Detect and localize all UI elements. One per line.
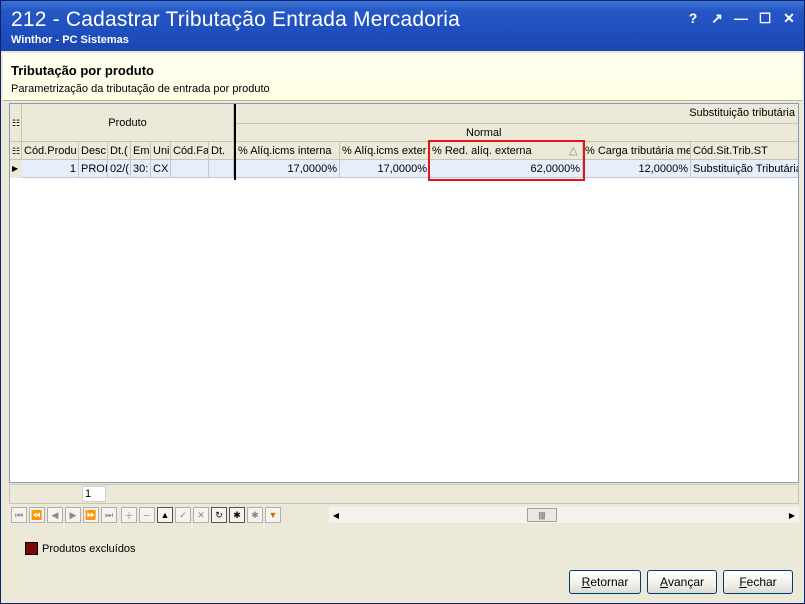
- main-window: 212 - Cadastrar Tributação Entrada Merca…: [0, 0, 805, 604]
- retornar-button[interactable]: Retornar: [569, 570, 641, 594]
- cell-embalagem[interactable]: 30:: [131, 160, 151, 178]
- last-record-icon[interactable]: ⏭: [101, 507, 117, 523]
- col-carga-tributaria[interactable]: % Carga tributária me: [583, 142, 691, 160]
- col-descricao[interactable]: Desc: [79, 142, 108, 160]
- band-produto: Produto: [22, 104, 234, 142]
- avancar-button[interactable]: Avançar: [647, 570, 717, 594]
- fechar-mnemonic: F: [739, 575, 747, 589]
- window-subtitle: Winthor - PC Sistemas: [11, 34, 129, 46]
- column-chooser-icon[interactable]: ☷: [10, 104, 22, 142]
- retornar-mnemonic: R: [581, 575, 591, 589]
- avancar-label: vançar: [667, 575, 705, 589]
- first-record-icon[interactable]: ⏮: [11, 507, 27, 523]
- fechar-button[interactable]: Fechar: [723, 570, 793, 594]
- post-edit-icon[interactable]: ✓: [175, 507, 191, 523]
- cell-cod-produto[interactable]: 1: [22, 160, 79, 178]
- grid-navigator: ⏮ ⏪ ◀ ▶ ⏩ ⏭ ＋ － ▲ ✓ ✕ ↻ ✱ ✱ ▼ ◀ ||| ▶: [9, 506, 799, 526]
- row-indicator-header-icon[interactable]: ☷: [10, 142, 22, 160]
- page-number: 1: [82, 486, 106, 502]
- restore-icon[interactable]: ☐: [756, 9, 774, 27]
- retornar-label: etornar: [590, 575, 629, 589]
- minimize-icon[interactable]: —: [732, 9, 750, 27]
- col-aliq-icms-externa[interactable]: % Alíq.icms exter: [340, 142, 430, 160]
- row-indicator-icon[interactable]: ▶: [10, 160, 22, 178]
- cell-descricao[interactable]: PROI: [79, 160, 108, 178]
- band-normal: Normal: [236, 124, 798, 142]
- col-dt-cadastro[interactable]: Dt.(: [108, 142, 131, 160]
- next-record-icon[interactable]: ▶: [65, 507, 81, 523]
- cell-red-aliq-externa[interactable]: 62,0000%: [430, 160, 583, 178]
- help-icon[interactable]: ?: [684, 9, 702, 27]
- col-embalagem[interactable]: Em: [131, 142, 151, 160]
- page-title: Tributação por produto: [11, 63, 154, 78]
- scroll-thumb[interactable]: |||: [527, 508, 557, 522]
- col-red-aliq-externa[interactable]: % Red. alíq. externa: [430, 142, 583, 160]
- band-substituicao: Substituição tributária: [236, 104, 798, 124]
- refresh-icon[interactable]: ↻: [211, 507, 227, 523]
- edit-record-icon[interactable]: ▲: [157, 507, 173, 523]
- horizontal-scrollbar[interactable]: ◀ ||| ▶: [329, 507, 799, 523]
- col-aliq-icms-interna[interactable]: % Alíq.icms interna: [236, 142, 340, 160]
- sort-icon: △: [569, 145, 578, 157]
- legend-swatch: [25, 542, 38, 555]
- col-cod-produto[interactable]: Cód.Produ: [22, 142, 79, 160]
- grid-footer: 1: [9, 484, 799, 504]
- maximize-alt-icon[interactable]: ↗: [708, 9, 726, 27]
- legend-label: Produtos excluídos: [42, 542, 136, 555]
- col-cod-fabrica[interactable]: Cód.Fa: [171, 142, 209, 160]
- col-unidade[interactable]: Uni: [151, 142, 171, 160]
- close-icon[interactable]: ✕: [780, 9, 798, 27]
- avancar-mnemonic: A: [659, 575, 668, 589]
- page-subtitle: Parametrização da tributação de entrada …: [11, 83, 270, 95]
- fixed-column-divider: [234, 104, 236, 180]
- insert-record-icon[interactable]: ＋: [121, 507, 137, 523]
- cell-carga-tributaria[interactable]: 12,0000%: [583, 160, 691, 178]
- legend: Produtos excluídos: [25, 542, 136, 555]
- cell-cod-sit-trib-st[interactable]: Substituição Tributária: [691, 160, 798, 178]
- delete-record-icon[interactable]: －: [139, 507, 155, 523]
- prev-record-icon[interactable]: ◀: [47, 507, 63, 523]
- col-cod-sit-trib-st[interactable]: Cód.Sit.Trib.ST: [691, 142, 798, 160]
- goto-bookmark-icon[interactable]: ✱: [247, 507, 263, 523]
- cell-dt-cadastro[interactable]: 02/(: [108, 160, 131, 178]
- cell-aliq-icms-interna[interactable]: 17,0000%: [236, 160, 340, 178]
- header-panel: Tributação por produto Parametrização da…: [3, 53, 802, 101]
- prev-page-icon[interactable]: ⏪: [29, 507, 45, 523]
- window-title: 212 - Cadastrar Tributação Entrada Merca…: [11, 8, 461, 31]
- scroll-right-icon[interactable]: ▶: [785, 507, 799, 523]
- fechar-label: echar: [746, 575, 777, 589]
- cell-dt[interactable]: [209, 160, 234, 178]
- next-page-icon[interactable]: ⏩: [83, 507, 99, 523]
- title-bar[interactable]: 212 - Cadastrar Tributação Entrada Merca…: [1, 1, 804, 51]
- window-controls: ? ↗ — ☐ ✕: [684, 9, 798, 27]
- cell-cod-fabrica[interactable]: [171, 160, 209, 178]
- scroll-left-icon[interactable]: ◀: [329, 507, 343, 523]
- product-tax-grid[interactable]: ☷ Produto Substituição tributária Normal…: [9, 103, 799, 483]
- cell-unidade[interactable]: CX: [151, 160, 171, 178]
- bookmark-icon[interactable]: ✱: [229, 507, 245, 523]
- cell-aliq-icms-externa[interactable]: 17,0000%: [340, 160, 430, 178]
- filter-icon[interactable]: ▼: [265, 507, 281, 523]
- cancel-edit-icon[interactable]: ✕: [193, 507, 209, 523]
- col-dt[interactable]: Dt.: [209, 142, 234, 160]
